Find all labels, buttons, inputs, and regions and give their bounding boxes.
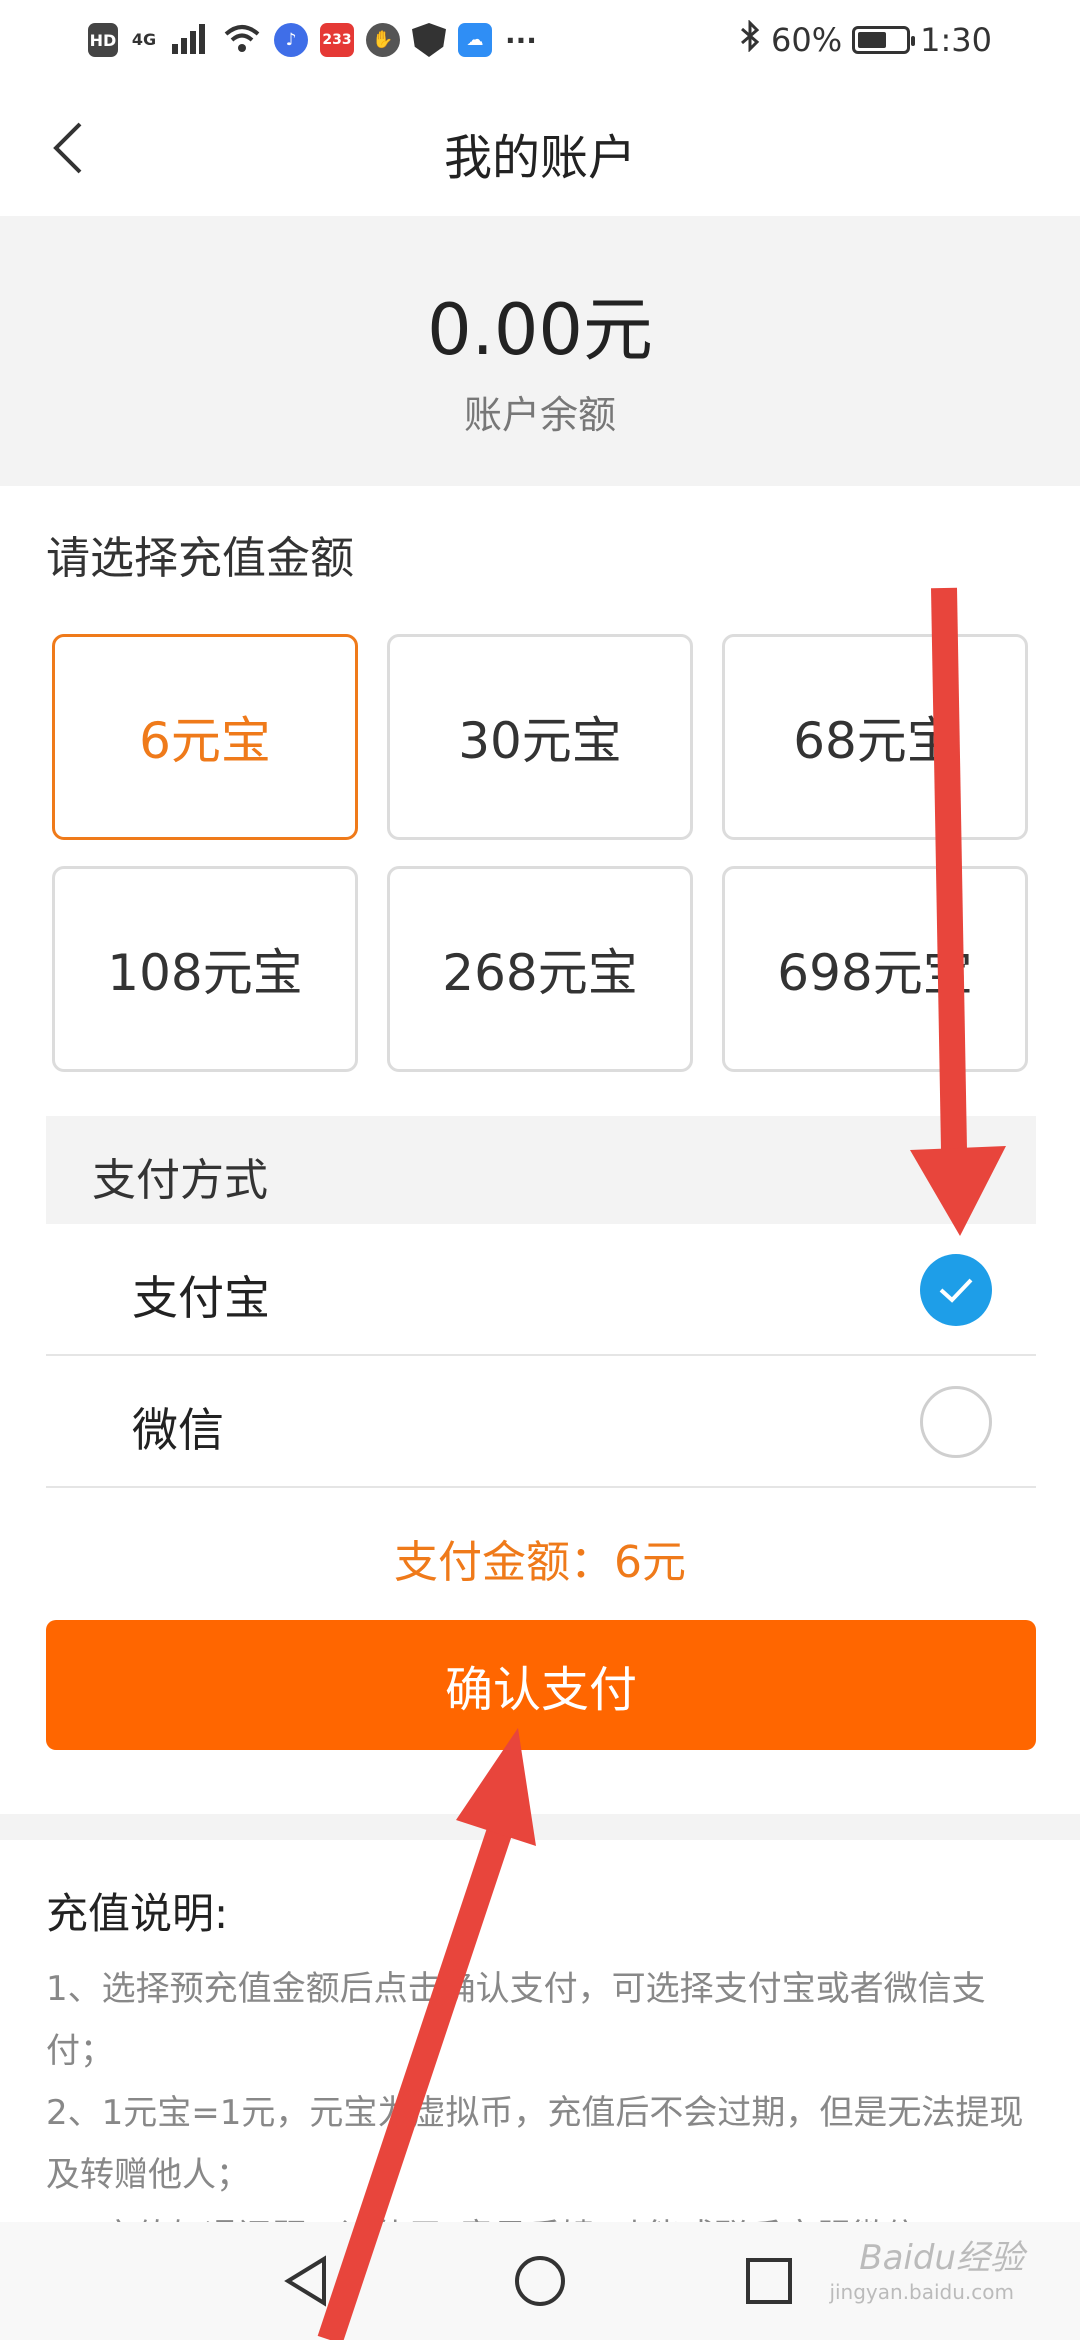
- payment-option-label: 支付宝: [132, 1271, 270, 1325]
- circle-home-icon: [515, 2256, 565, 2306]
- battery-fill: [858, 32, 887, 48]
- payment-method-header: 支付方式: [46, 1116, 1036, 1224]
- balance-label: 账户余额: [463, 393, 616, 437]
- square-recents-icon: [746, 2258, 792, 2304]
- shield-icon: [412, 23, 446, 57]
- section-divider: [0, 1814, 1080, 1840]
- baidu-watermark-url: jingyan.baidu.com: [829, 2280, 1014, 2304]
- clock: 1:30: [920, 21, 992, 59]
- page-title: 我的账户: [443, 130, 636, 186]
- checkmark-icon: [939, 1278, 973, 1303]
- payment-option-label: 微信: [132, 1403, 224, 1457]
- payment-option-wechat[interactable]: 微信: [46, 1356, 1036, 1488]
- nav-recents-button[interactable]: [734, 2246, 804, 2316]
- payment-method-title: 支付方式: [92, 1155, 268, 1206]
- title-bar: 我的账户: [0, 80, 1080, 216]
- amount-option-108[interactable]: 108元宝: [52, 866, 358, 1072]
- hand-icon: ✋: [366, 23, 400, 57]
- weather-icon: ☁: [458, 23, 492, 57]
- balance-amount: 0.00元: [427, 289, 653, 371]
- status-icons-right: 60% 1:30: [739, 18, 992, 62]
- wifi-icon: [222, 22, 262, 58]
- nav-back-button[interactable]: [272, 2246, 342, 2316]
- recharge-notes-title: 充值说明:: [46, 1889, 229, 1938]
- amount-option-30[interactable]: 30元宝: [387, 634, 693, 840]
- status-bar: HD 4G ♪ 233 ✋ ☁ ··· 60% 1:30: [0, 0, 1080, 80]
- status-icons-left: HD 4G ♪ 233 ✋ ☁ ···: [88, 18, 538, 62]
- battery-percent: 60%: [771, 21, 843, 59]
- wechat-radio[interactable]: [920, 1386, 992, 1458]
- payment-option-alipay[interactable]: 支付宝: [46, 1224, 1036, 1356]
- network-type-icon: 4G: [131, 30, 157, 49]
- payment-total: 支付金额：6元: [394, 1537, 686, 1588]
- note-item: 2、1元宝=1元，元宝为虚拟币，充值后不会过期，但是无法提现及转赠他人；: [46, 2093, 1024, 2195]
- hd-icon: HD: [88, 23, 118, 57]
- recharge-section-title: 请选择充值金额: [46, 533, 354, 584]
- nav-home-button[interactable]: [505, 2246, 575, 2316]
- alipay-radio-checked[interactable]: [920, 1254, 992, 1326]
- bluetooth-icon: [739, 19, 761, 60]
- music-icon: ♪: [274, 23, 308, 57]
- balance-panel: 0.00元 账户余额: [0, 216, 1080, 486]
- more-dots-icon: ···: [505, 23, 537, 57]
- note-item: 1、选择预充值金额后点击确认支付，可选择支付宝或者微信支付；: [46, 1969, 986, 2071]
- amount-option-268[interactable]: 268元宝: [387, 866, 693, 1072]
- amount-option-68[interactable]: 68元宝: [722, 634, 1028, 840]
- 233-app-icon: 233: [320, 23, 354, 57]
- signal-icon: [170, 22, 210, 58]
- confirm-payment-button[interactable]: 确认支付: [46, 1620, 1036, 1750]
- amount-option-6[interactable]: 6元宝: [52, 634, 358, 840]
- triangle-back-icon: [284, 2255, 326, 2307]
- battery-icon: [852, 26, 916, 54]
- baidu-watermark: Baidu经验: [859, 2238, 1024, 2278]
- amount-option-698[interactable]: 698元宝: [722, 866, 1028, 1072]
